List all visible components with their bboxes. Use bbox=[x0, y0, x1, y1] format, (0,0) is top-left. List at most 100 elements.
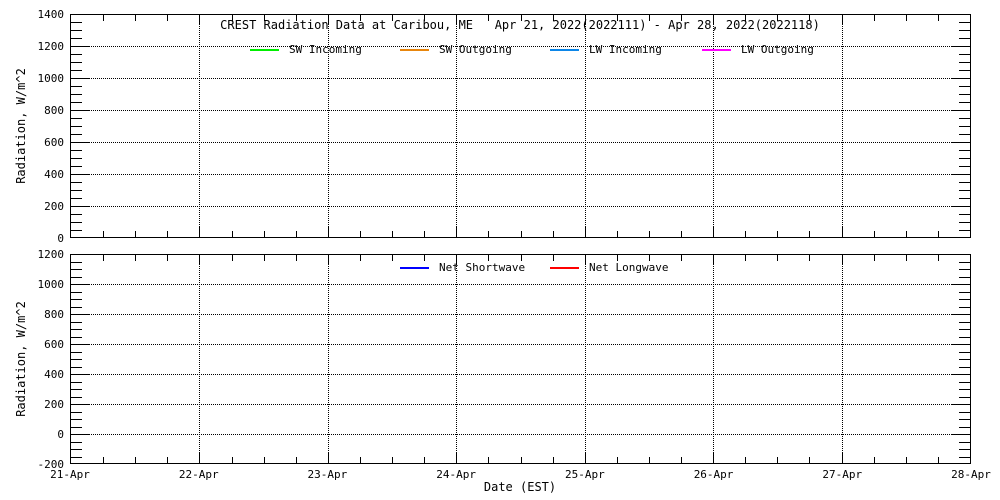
x-axis-tick bbox=[135, 255, 136, 261]
x-tick-label: 26-Apr bbox=[679, 468, 749, 481]
y-axis-tick bbox=[71, 206, 89, 207]
y-axis-tick bbox=[71, 262, 82, 263]
legend-line-sw-incoming bbox=[250, 49, 279, 51]
x-axis-tick bbox=[874, 457, 875, 463]
y-axis-tick bbox=[71, 62, 82, 63]
legend-label-lw-incoming: LW Incoming bbox=[589, 43, 662, 56]
v-gridline bbox=[842, 255, 843, 463]
y-axis-tick bbox=[959, 277, 970, 278]
y-axis-tick bbox=[959, 442, 970, 443]
y-axis-tick bbox=[71, 142, 89, 143]
x-axis-tick bbox=[842, 453, 843, 463]
x-axis-tick bbox=[103, 231, 104, 237]
x-axis-tick bbox=[424, 255, 425, 261]
x-axis-tick bbox=[360, 255, 361, 261]
x-axis-tick bbox=[103, 457, 104, 463]
x-tick-label: 23-Apr bbox=[292, 468, 362, 481]
x-axis-tick bbox=[199, 255, 200, 265]
y-axis-tick bbox=[71, 166, 82, 167]
y-axis-tick bbox=[71, 374, 89, 375]
x-axis-tick bbox=[199, 15, 200, 25]
x-axis-tick bbox=[456, 15, 457, 25]
v-gridline bbox=[585, 15, 586, 237]
top-plot-area bbox=[70, 14, 971, 238]
x-axis-tick bbox=[103, 255, 104, 261]
y-axis-tick bbox=[71, 110, 89, 111]
x-axis-tick bbox=[777, 255, 778, 261]
legend-line-lw-incoming bbox=[550, 49, 579, 51]
y-axis-tick bbox=[71, 277, 82, 278]
x-axis-tick bbox=[745, 231, 746, 237]
x-axis-tick bbox=[938, 231, 939, 237]
x-axis-tick bbox=[424, 457, 425, 463]
y-axis-tick bbox=[71, 427, 82, 428]
y-axis-tick bbox=[952, 284, 970, 285]
y-axis-tick bbox=[959, 389, 970, 390]
y-axis-tick bbox=[71, 359, 82, 360]
y-axis-tick bbox=[71, 344, 89, 345]
x-axis-tick bbox=[874, 15, 875, 21]
y-tick-label: 1200 bbox=[14, 40, 64, 53]
x-axis-tick bbox=[649, 15, 650, 21]
y-axis-tick bbox=[71, 158, 82, 159]
y-axis-tick bbox=[71, 412, 82, 413]
x-axis-tick bbox=[456, 453, 457, 463]
x-axis-tick bbox=[521, 15, 522, 21]
y-tick-label: 1400 bbox=[14, 8, 64, 21]
y-axis-tick bbox=[71, 419, 82, 420]
x-axis-tick bbox=[328, 15, 329, 25]
y-axis-tick bbox=[952, 404, 970, 405]
x-axis-tick bbox=[232, 15, 233, 21]
y-tick-label: 1000 bbox=[14, 278, 64, 291]
y-axis-tick bbox=[959, 329, 970, 330]
x-axis-tick bbox=[135, 15, 136, 21]
legend-line-net-shortwave bbox=[400, 267, 429, 269]
x-axis-tick bbox=[649, 457, 650, 463]
x-axis-tick bbox=[199, 227, 200, 237]
y-axis-tick bbox=[959, 158, 970, 159]
y-axis-tick bbox=[959, 94, 970, 95]
x-axis-tick bbox=[232, 231, 233, 237]
y-axis-tick bbox=[959, 322, 970, 323]
y-axis-tick bbox=[959, 299, 970, 300]
y-axis-tick bbox=[959, 126, 970, 127]
x-axis-tick bbox=[938, 15, 939, 21]
x-axis-tick bbox=[585, 453, 586, 463]
x-axis-tick bbox=[842, 227, 843, 237]
y-axis-tick bbox=[71, 134, 82, 135]
y-axis-tick bbox=[959, 367, 970, 368]
y-axis-tick bbox=[959, 307, 970, 308]
x-axis-tick bbox=[777, 15, 778, 21]
y-axis-tick bbox=[959, 412, 970, 413]
y-axis-tick bbox=[959, 397, 970, 398]
radiation-chart-figure: CREST Radiation Data at Caribou, ME Apr … bbox=[0, 0, 1000, 500]
y-axis-tick bbox=[71, 269, 82, 270]
y-axis-tick bbox=[952, 344, 970, 345]
y-axis-tick bbox=[71, 352, 82, 353]
x-axis-tick bbox=[713, 15, 714, 25]
y-axis-tick bbox=[71, 86, 82, 87]
x-axis-tick bbox=[424, 15, 425, 21]
x-tick-label: 24-Apr bbox=[421, 468, 491, 481]
y-axis-tick bbox=[71, 102, 82, 103]
x-axis-tick bbox=[392, 231, 393, 237]
y-axis-tick bbox=[71, 150, 82, 151]
h-gridline bbox=[71, 174, 970, 175]
x-axis-tick bbox=[617, 15, 618, 21]
x-axis-tick bbox=[360, 231, 361, 237]
x-axis-tick bbox=[167, 255, 168, 261]
y-axis-tick bbox=[952, 206, 970, 207]
x-axis-tick bbox=[488, 15, 489, 21]
x-tick-label: 22-Apr bbox=[164, 468, 234, 481]
legend-line-net-longwave bbox=[550, 267, 579, 269]
x-axis-tick bbox=[553, 255, 554, 261]
y-axis-tick bbox=[71, 284, 89, 285]
y-axis-tick bbox=[71, 230, 82, 231]
x-axis-tick bbox=[777, 231, 778, 237]
x-axis-tick bbox=[681, 255, 682, 261]
y-axis-tick bbox=[959, 102, 970, 103]
x-axis-tick bbox=[681, 457, 682, 463]
v-gridline bbox=[585, 255, 586, 463]
y-axis-tick bbox=[71, 322, 82, 323]
x-axis-tick bbox=[553, 231, 554, 237]
